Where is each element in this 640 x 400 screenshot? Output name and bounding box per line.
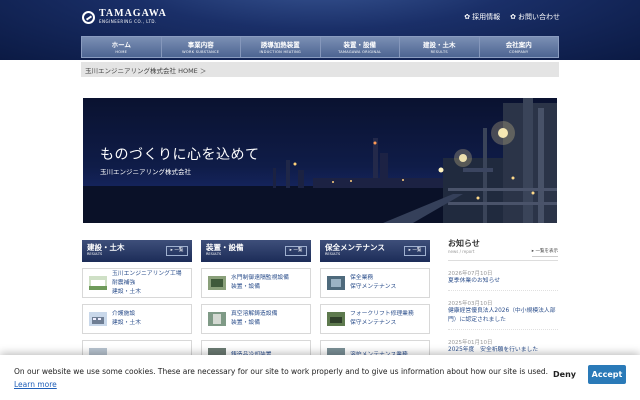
hero-banner: ものづくりに心を込めて 玉川エンジニアリング株式会社	[83, 98, 557, 223]
thumbnail-image	[89, 312, 107, 326]
thumbnail-image	[208, 312, 226, 326]
news-text: 健康経営優良法人2026（中小規模法人部門）に認定されました	[448, 308, 556, 323]
item-title: 介護施設	[112, 311, 136, 317]
panel-more-button[interactable]: ▸ 一覧	[404, 246, 426, 256]
recruit-link[interactable]: ✿ 採用情報	[464, 12, 500, 22]
learn-more-link[interactable]: Learn more	[14, 380, 57, 389]
list-item[interactable]: 玉川エンジニアリング工場 耐震補強 建設・土木	[82, 268, 192, 298]
news-item[interactable]: 2026年07月10日 夏季休業のお知らせ	[448, 261, 558, 291]
news-more-link[interactable]: ▸ 一覧を表示	[531, 248, 558, 257]
main-nav: ホーム HOME 事業内容 WORK SUBSTANCE 誘導加熱装置 INDU…	[81, 36, 559, 58]
panel-maintenance: 保全メンテナンス RESULTS ▸ 一覧 保全業務 保守メンテナンス フォーク…	[320, 240, 430, 370]
list-item[interactable]: 水門制御遠隔監視設備 装置・設備	[201, 268, 311, 298]
news-item[interactable]: 2025年03月10日 健康経営優良法人2026（中小規模法人部門）に認定されま…	[448, 291, 558, 330]
nav-label: 装置・設備	[343, 41, 377, 49]
item-title: 水門制御遠隔監視設備	[231, 275, 289, 281]
news-date: 2025年03月10日	[448, 301, 493, 307]
news-section: お知らせ news / report ▸ 一覧を表示 2026年07月10日 夏…	[448, 238, 558, 360]
logo-mark-icon	[82, 10, 95, 24]
news-text: 2025年度 安全祈願を行いました	[448, 347, 539, 353]
nav-item-work[interactable]: 事業内容 WORK SUBSTANCE	[162, 37, 241, 57]
nav-sublabel: COMPANY	[509, 50, 529, 54]
item-category: 装置・設備	[231, 284, 260, 290]
nav-sublabel: HOME	[115, 50, 128, 54]
nav-item-equipment[interactable]: 装置・設備 TAMAGAWA ORIGINAL	[321, 37, 400, 57]
nav-sublabel: TAMAGAWA ORIGINAL	[338, 50, 382, 54]
accept-button[interactable]: Accept	[588, 365, 626, 384]
recruit-link-label: 採用情報	[472, 13, 501, 21]
item-title: フォークリフト修理業務	[350, 311, 414, 317]
item-category: 装置・設備	[231, 320, 260, 326]
item-title: 玉川エンジニアリング工場	[112, 270, 182, 277]
nav-label: 会社案内	[505, 41, 532, 49]
nav-item-home[interactable]: ホーム HOME	[82, 37, 162, 57]
item-title-2: 耐震補強	[112, 279, 136, 286]
company-logo[interactable]: TAMAGAWA ENGINEERING CO., LTD.	[82, 9, 167, 25]
item-category: 建設・土木	[112, 288, 141, 295]
list-item[interactable]: 保全業務 保守メンテナンス	[320, 268, 430, 298]
gear-icon: ✿	[510, 13, 516, 21]
panel-more-button[interactable]: ▸ 一覧	[285, 246, 307, 256]
nav-sublabel: WORK SUBSTANCE	[182, 50, 220, 54]
logo-name: TAMAGAWA	[99, 8, 167, 19]
top-links: ✿ 採用情報 ✿ お問い合わせ	[464, 12, 560, 22]
cookie-banner: On our website we use some cookies. Thes…	[0, 355, 640, 400]
item-category: 保守メンテナンス	[350, 320, 397, 326]
thumbnail-image	[208, 276, 226, 290]
nav-label: 誘導加熱装置	[260, 41, 300, 49]
nav-label: ホーム	[111, 41, 131, 49]
list-item[interactable]: 介護施設 建設・土木	[82, 304, 192, 334]
item-category: 保守メンテナンス	[350, 284, 397, 290]
panel-header: 建設・土木 RESULTS ▸ 一覧	[82, 240, 192, 262]
contact-link-label: お問い合わせ	[518, 13, 560, 21]
nav-sublabel: INDUCTION HEATING	[259, 50, 302, 54]
news-date: 2026年07月10日	[448, 271, 493, 277]
item-category: 建設・土木	[112, 320, 141, 326]
panel-header: 装置・設備 RESULTS ▸ 一覧	[201, 240, 311, 262]
panel-more-button[interactable]: ▸ 一覧	[166, 246, 188, 256]
item-title: 保全業務	[350, 275, 374, 281]
news-date: 2025年01月10日	[448, 340, 493, 346]
thumbnail-image	[327, 276, 345, 290]
panel-equipment: 装置・設備 RESULTS ▸ 一覧 水門制御遠隔監視設備 装置・設備 真空溶解…	[201, 240, 311, 370]
nav-label: 建設・土木	[423, 41, 456, 49]
thumbnail-image	[89, 276, 107, 290]
panel-construction: 建設・土木 RESULTS ▸ 一覧 玉川エンジニアリング工場 耐震補強 建設・…	[82, 240, 192, 370]
gear-icon: ✿	[464, 13, 471, 21]
panel-header: 保全メンテナンス RESULTS ▸ 一覧	[320, 240, 430, 262]
list-item[interactable]: フォークリフト修理業務 保守メンテナンス	[320, 304, 430, 334]
nav-item-company[interactable]: 会社案内 COMPANY	[480, 37, 559, 57]
nav-sublabel: RESULTS	[430, 50, 448, 54]
news-text: 夏季休業のお知らせ	[448, 278, 501, 284]
hero-title: ものづくりに心を込めて	[100, 147, 260, 163]
nav-label: 事業内容	[187, 41, 214, 49]
item-title: 真空溶解鋳造設備	[231, 311, 278, 317]
breadcrumb[interactable]: 玉川エンジニアリング株式会社 HOME ＞	[81, 62, 559, 77]
hero-subtitle: 玉川エンジニアリング株式会社	[100, 168, 191, 176]
thumbnail-image	[327, 312, 345, 326]
cookie-message: On our website we use some cookies. Thes…	[14, 367, 549, 376]
logo-subtitle: ENGINEERING CO., LTD.	[99, 19, 157, 24]
deny-button[interactable]: Deny	[553, 370, 576, 379]
contact-link[interactable]: ✿ お問い合わせ	[510, 12, 560, 22]
list-item[interactable]: 真空溶解鋳造設備 装置・設備	[201, 304, 311, 334]
nav-item-construction[interactable]: 建設・土木 RESULTS	[400, 37, 480, 57]
nav-item-induction[interactable]: 誘導加熱装置 INDUCTION HEATING	[241, 37, 321, 57]
